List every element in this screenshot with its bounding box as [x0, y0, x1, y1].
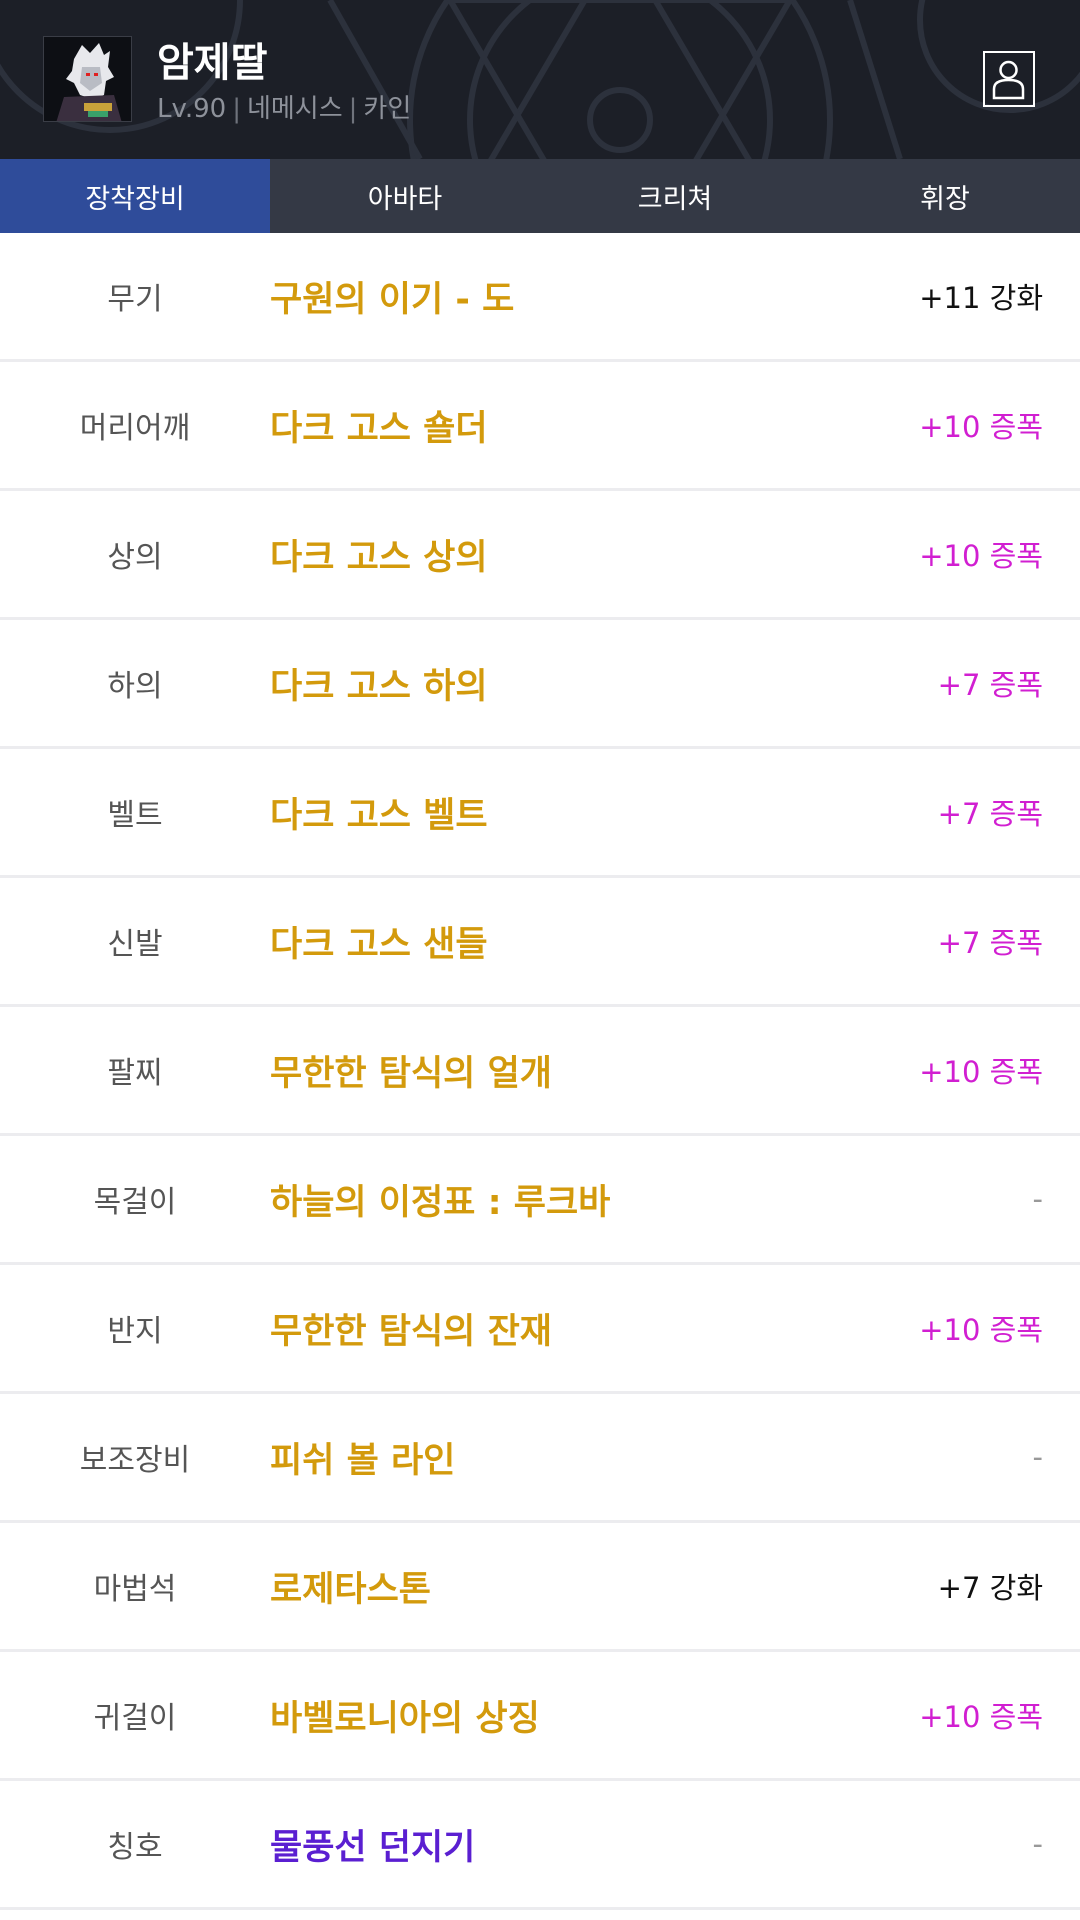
item-name[interactable]: 다크 고스 벨트	[270, 749, 488, 875]
equipment-row[interactable]: 하의 다크 고스 하의 +7 증폭	[0, 620, 1080, 749]
upgrade-status: +11 강화	[919, 281, 1043, 315]
slot-label: 상의	[107, 540, 163, 575]
slot-label: 팔찌	[107, 1056, 163, 1091]
equipment-row[interactable]: 상의 다크 고스 상의 +10 증폭	[0, 491, 1080, 620]
slot-label: 보조장비	[79, 1443, 191, 1478]
equipment-row[interactable]: 마법석 로제타스톤 +7 강화	[0, 1523, 1080, 1652]
tab-avatar[interactable]: 아바타	[270, 159, 540, 233]
slot-label: 신발	[107, 927, 163, 962]
equipment-row[interactable]: 목걸이 하늘의 이정표 : 루크바 -	[0, 1136, 1080, 1265]
character-job: 네메시스	[246, 94, 343, 124]
slot-label: 마법석	[93, 1572, 177, 1607]
upgrade-status: +7 증폭	[937, 926, 1043, 960]
item-name[interactable]: 무한한 탐식의 얼개	[270, 1007, 552, 1133]
character-name: 암제딸	[157, 40, 268, 86]
item-name[interactable]: 하늘의 이정표 : 루크바	[270, 1136, 610, 1262]
character-avatar[interactable]	[43, 36, 132, 122]
tab-bar: 장착장비 아바타 크리쳐 휘장	[0, 159, 1080, 233]
slot-label: 무기	[107, 282, 163, 317]
item-name[interactable]: 다크 고스 하의	[270, 620, 488, 746]
equipment-row[interactable]: 반지 무한한 탐식의 잔재 +10 증폭	[0, 1265, 1080, 1394]
item-name[interactable]: 바벨로니아의 상징	[270, 1652, 540, 1778]
slot-label: 목걸이	[93, 1185, 177, 1220]
item-name[interactable]: 구원의 이기 - 도	[270, 233, 514, 359]
slot-label: 머리어깨	[79, 411, 191, 446]
profile-header: 암제딸 Lv.90 | 네메시스 | 카인	[0, 0, 1080, 159]
equipment-row[interactable]: 무기 구원의 이기 - 도 +11 강화	[0, 233, 1080, 362]
upgrade-status: +10 증폭	[919, 410, 1043, 444]
upgrade-status: +7 증폭	[937, 797, 1043, 831]
item-name[interactable]: 다크 고스 숄더	[270, 362, 488, 488]
equipment-row[interactable]: 벨트 다크 고스 벨트 +7 증폭	[0, 749, 1080, 878]
slot-label: 벨트	[107, 798, 163, 833]
profile-button[interactable]	[983, 51, 1035, 107]
item-name[interactable]: 피쉬 볼 라인	[270, 1394, 455, 1520]
upgrade-status: -	[1032, 1827, 1043, 1861]
equipment-row[interactable]: 보조장비 피쉬 볼 라인 -	[0, 1394, 1080, 1523]
tab-equipment[interactable]: 장착장비	[0, 159, 270, 233]
info-separator: |	[348, 94, 358, 124]
item-name[interactable]: 무한한 탐식의 잔재	[270, 1265, 552, 1391]
slot-label: 반지	[107, 1314, 163, 1349]
slot-label: 칭호	[107, 1830, 163, 1865]
upgrade-status: -	[1032, 1182, 1043, 1216]
upgrade-status: +10 증폭	[919, 1313, 1043, 1347]
info-separator: |	[232, 94, 241, 124]
equipment-row[interactable]: 귀걸이 바벨로니아의 상징 +10 증폭	[0, 1652, 1080, 1781]
item-name[interactable]: 다크 고스 상의	[270, 491, 488, 617]
upgrade-status: -	[1032, 1440, 1043, 1474]
character-server: 카인	[363, 94, 412, 124]
upgrade-status: +10 증폭	[919, 1055, 1043, 1089]
equipment-row[interactable]: 칭호 물풍선 던지기 -	[0, 1781, 1080, 1910]
tab-creature[interactable]: 크리쳐	[540, 159, 810, 233]
equipment-list: 무기 구원의 이기 - 도 +11 강화 머리어깨 다크 고스 숄더 +10 증…	[0, 233, 1080, 1910]
slot-label: 귀걸이	[93, 1701, 177, 1736]
equipment-row[interactable]: 신발 다크 고스 샌들 +7 증폭	[0, 878, 1080, 1007]
equipment-row[interactable]: 머리어깨 다크 고스 숄더 +10 증폭	[0, 362, 1080, 491]
character-level: Lv.90	[157, 94, 227, 124]
item-name[interactable]: 다크 고스 샌들	[270, 878, 488, 1004]
slot-label: 하의	[107, 669, 163, 704]
item-name[interactable]: 물풍선 던지기	[270, 1781, 475, 1907]
upgrade-status: +10 증폭	[919, 1700, 1043, 1734]
person-icon	[992, 60, 1025, 100]
item-name[interactable]: 로제타스톤	[270, 1523, 431, 1649]
upgrade-status: +10 증폭	[919, 539, 1043, 573]
upgrade-status: +7 증폭	[937, 668, 1043, 702]
upgrade-status: +7 강화	[937, 1571, 1043, 1605]
equipment-row[interactable]: 팔찌 무한한 탐식의 얼개 +10 증폭	[0, 1007, 1080, 1136]
character-info: Lv.90 | 네메시스 | 카인	[157, 88, 411, 125]
tab-emblem[interactable]: 휘장	[810, 159, 1080, 233]
